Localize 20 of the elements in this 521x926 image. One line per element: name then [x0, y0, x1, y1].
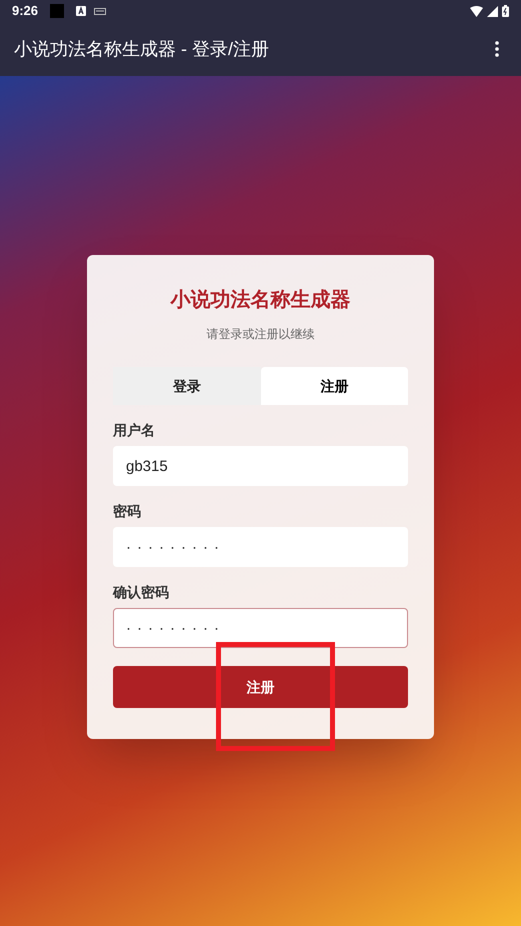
- field-label: 密码: [113, 502, 142, 521]
- auth-tab[interactable]: 注册: [260, 367, 408, 405]
- input-field[interactable]: ·········: [113, 608, 408, 648]
- more-icon: [495, 41, 499, 57]
- field-label: 确认密码: [113, 583, 170, 602]
- app-icon: [76, 6, 86, 16]
- status-time: 9:26: [12, 2, 38, 20]
- input-field[interactable]: ·········: [113, 527, 408, 567]
- card-title: 小说功法名称生成器: [169, 288, 352, 313]
- input-field[interactable]: gb315: [113, 446, 408, 486]
- battery-icon: [502, 5, 509, 17]
- wifi-icon: [470, 6, 483, 16]
- auth-tab[interactable]: 登录: [113, 367, 260, 405]
- notification-icon: [50, 4, 64, 18]
- register-button[interactable]: 注册: [113, 666, 408, 708]
- signal-icon: [487, 6, 498, 16]
- field-label: 用户名: [113, 421, 156, 440]
- card-subtitle: 请登录或注册以继续: [206, 326, 316, 343]
- app-bar-title: 小说功法名称生成器 - 登录/注册: [14, 38, 270, 60]
- keyboard-icon: [94, 8, 106, 14]
